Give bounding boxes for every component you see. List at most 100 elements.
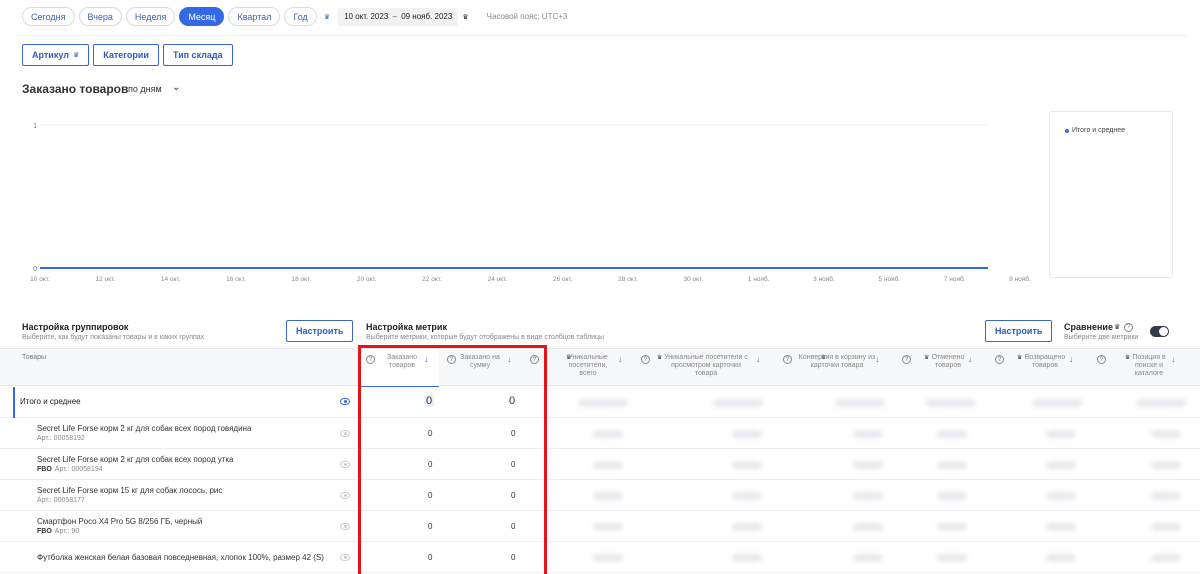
x-tick-label: 10 окт. <box>30 276 50 283</box>
chart-legend: Итого и среднее <box>1049 111 1173 278</box>
product-article: Арт.: 00058177 <box>37 497 85 504</box>
sort-arrow-down-icon[interactable]: ↓ <box>618 354 623 364</box>
comparison-title: Сравнение ♛ ? <box>1064 322 1134 332</box>
period-month-button[interactable]: Месяц <box>179 7 225 26</box>
column-header-returned[interactable]: Возвращено товаров <box>1016 354 1074 370</box>
help-icon[interactable]: ? <box>783 355 792 364</box>
help-icon[interactable]: ? <box>995 355 1004 364</box>
filter-categories-button[interactable]: Категории <box>93 44 159 66</box>
product-name[interactable]: Футболка женская белая базовая повседнев… <box>37 553 324 562</box>
premium-blurred-value <box>835 399 885 407</box>
legend-item[interactable]: Итого и среднее <box>1065 127 1125 134</box>
sort-arrow-down-icon[interactable]: ↓ <box>1171 354 1176 364</box>
x-tick-label: 7 нояб. <box>944 275 966 283</box>
x-tick-label: 26 окт. <box>553 276 573 283</box>
date-from: 10 окт. 2023 <box>344 12 389 21</box>
granularity-select[interactable]: по дням <box>128 84 162 94</box>
period-today-button[interactable]: Сегодня <box>22 7 75 26</box>
x-tick-label: 20 окт. <box>357 276 377 283</box>
date-range-picker[interactable]: 10 окт. 2023 – 09 нояб. 2023 <box>338 7 459 26</box>
x-tick-label: 30 окт. <box>684 276 704 283</box>
x-tick-label: 22 окт. <box>422 276 442 283</box>
metrics-configure-button[interactable]: Настроить <box>985 320 1053 342</box>
premium-blurred-value <box>1151 492 1181 500</box>
legend-dot-icon <box>1065 128 1069 133</box>
premium-blurred-value <box>853 554 883 562</box>
fbo-badge: FBO <box>37 466 52 473</box>
sort-arrow-down-icon[interactable]: ↓ <box>756 354 761 364</box>
product-name[interactable]: Secret Life Forse корм 2 кг для собак вс… <box>37 424 251 433</box>
help-icon[interactable]: ? <box>641 355 650 364</box>
premium-blurred-value <box>732 492 762 500</box>
grouping-configure-button[interactable]: Настроить <box>286 320 354 342</box>
metrics-title: Настройка метрик <box>366 322 447 332</box>
date-to: 09 нояб. 2023 <box>401 12 453 21</box>
help-icon[interactable]: ? <box>1097 355 1106 364</box>
period-year-button[interactable]: Год <box>284 7 317 26</box>
column-header-cart-conversion[interactable]: Конверсия в корзину из карточки товара <box>798 354 876 370</box>
product-name[interactable]: Смартфон Poco X4 Pro 5G 8/256 ГБ, черный <box>37 517 202 526</box>
premium-crown-icon: ♛ <box>72 52 80 59</box>
x-tick-label: 9 нояб. <box>1009 275 1031 283</box>
premium-blurred-value <box>713 399 763 407</box>
premium-crown-icon: ♛ <box>323 13 331 21</box>
chevron-down-icon[interactable]: ⌄ <box>172 82 180 93</box>
period-quarter-button[interactable]: Квартал <box>228 7 281 26</box>
premium-crown-icon: ♛ <box>1113 324 1121 331</box>
total-row-label: Итого и среднее <box>20 397 81 406</box>
x-tick-label: 3 нояб. <box>813 275 835 283</box>
premium-blurred-value <box>1151 461 1181 469</box>
premium-blurred-value <box>853 492 883 500</box>
column-header-search-position[interactable]: Позиция в поиске и каталоге <box>1128 354 1170 378</box>
column-header-unique-visitors[interactable]: Уникальные посетители, всего <box>560 354 616 378</box>
premium-blurred-value <box>593 554 623 562</box>
eye-off-icon[interactable] <box>340 430 350 437</box>
premium-blurred-value <box>732 461 762 469</box>
orders-chart: 1 0 10 окт. 12 окт. 14 окт. 16 окт. 18 окт. 20 … <box>30 123 1031 283</box>
grouping-title: Настройка группировок <box>22 322 129 332</box>
y-tick-label: 1 <box>33 123 37 130</box>
premium-blurred-value <box>937 461 967 469</box>
comparison-toggle[interactable] <box>1150 326 1169 337</box>
sort-arrow-down-icon[interactable]: ↓ <box>875 354 880 364</box>
eye-off-icon[interactable] <box>340 554 350 561</box>
premium-blurred-value <box>1046 554 1076 562</box>
sort-arrow-down-icon[interactable]: ↓ <box>968 354 973 364</box>
timezone-label: Часовой пояс: UTC+3 <box>486 12 568 21</box>
period-week-button[interactable]: Неделя <box>125 7 176 26</box>
product-article: FBO Арт.: 90 <box>37 528 79 535</box>
eye-off-icon[interactable] <box>340 492 350 499</box>
help-icon[interactable]: ? <box>1124 322 1134 332</box>
filter-warehouse-type-button[interactable]: Тип склада <box>162 44 233 66</box>
premium-blurred-value <box>732 430 762 438</box>
article-number: Арт.: 00058194 <box>54 466 103 473</box>
product-article: Арт.: 00058192 <box>37 435 85 442</box>
product-name[interactable]: Secret Life Forse корм 2 кг для собак вс… <box>37 455 234 464</box>
premium-blurred-value <box>578 399 628 407</box>
date-range-separator: – <box>390 12 400 21</box>
eye-off-icon[interactable] <box>340 523 350 530</box>
filter-row: Артикул ♛ Категории Тип склада <box>22 44 237 66</box>
premium-blurred-value <box>732 554 762 562</box>
premium-blurred-value <box>1151 523 1181 531</box>
premium-blurred-value <box>593 492 623 500</box>
sort-arrow-down-icon[interactable]: ↓ <box>1069 354 1074 364</box>
filter-article-button[interactable]: Артикул ♛ <box>22 44 90 66</box>
eye-off-icon[interactable] <box>340 461 350 468</box>
divider <box>16 35 1186 36</box>
x-tick-label: 5 нояб. <box>878 275 900 283</box>
eye-icon[interactable] <box>340 398 350 405</box>
premium-blurred-value <box>937 523 967 531</box>
help-icon[interactable]: ? <box>902 355 911 364</box>
product-name[interactable]: Secret Life Forse корм 15 кг для собак л… <box>37 486 222 495</box>
article-number: Арт.: 90 <box>54 528 80 535</box>
premium-blurred-value <box>1032 399 1082 407</box>
premium-blurred-value <box>937 492 967 500</box>
row-accent-bar <box>13 387 15 418</box>
premium-blurred-value <box>853 430 883 438</box>
column-header-cancelled[interactable]: Отменено товаров <box>922 354 974 370</box>
x-tick-label: 28 окт. <box>618 276 638 283</box>
article-number: Арт.: 00058192 <box>37 435 85 442</box>
period-yesterday-button[interactable]: Вчера <box>78 7 122 26</box>
column-header-card-visitors[interactable]: Уникальные посетители с просмотром карто… <box>660 354 752 378</box>
